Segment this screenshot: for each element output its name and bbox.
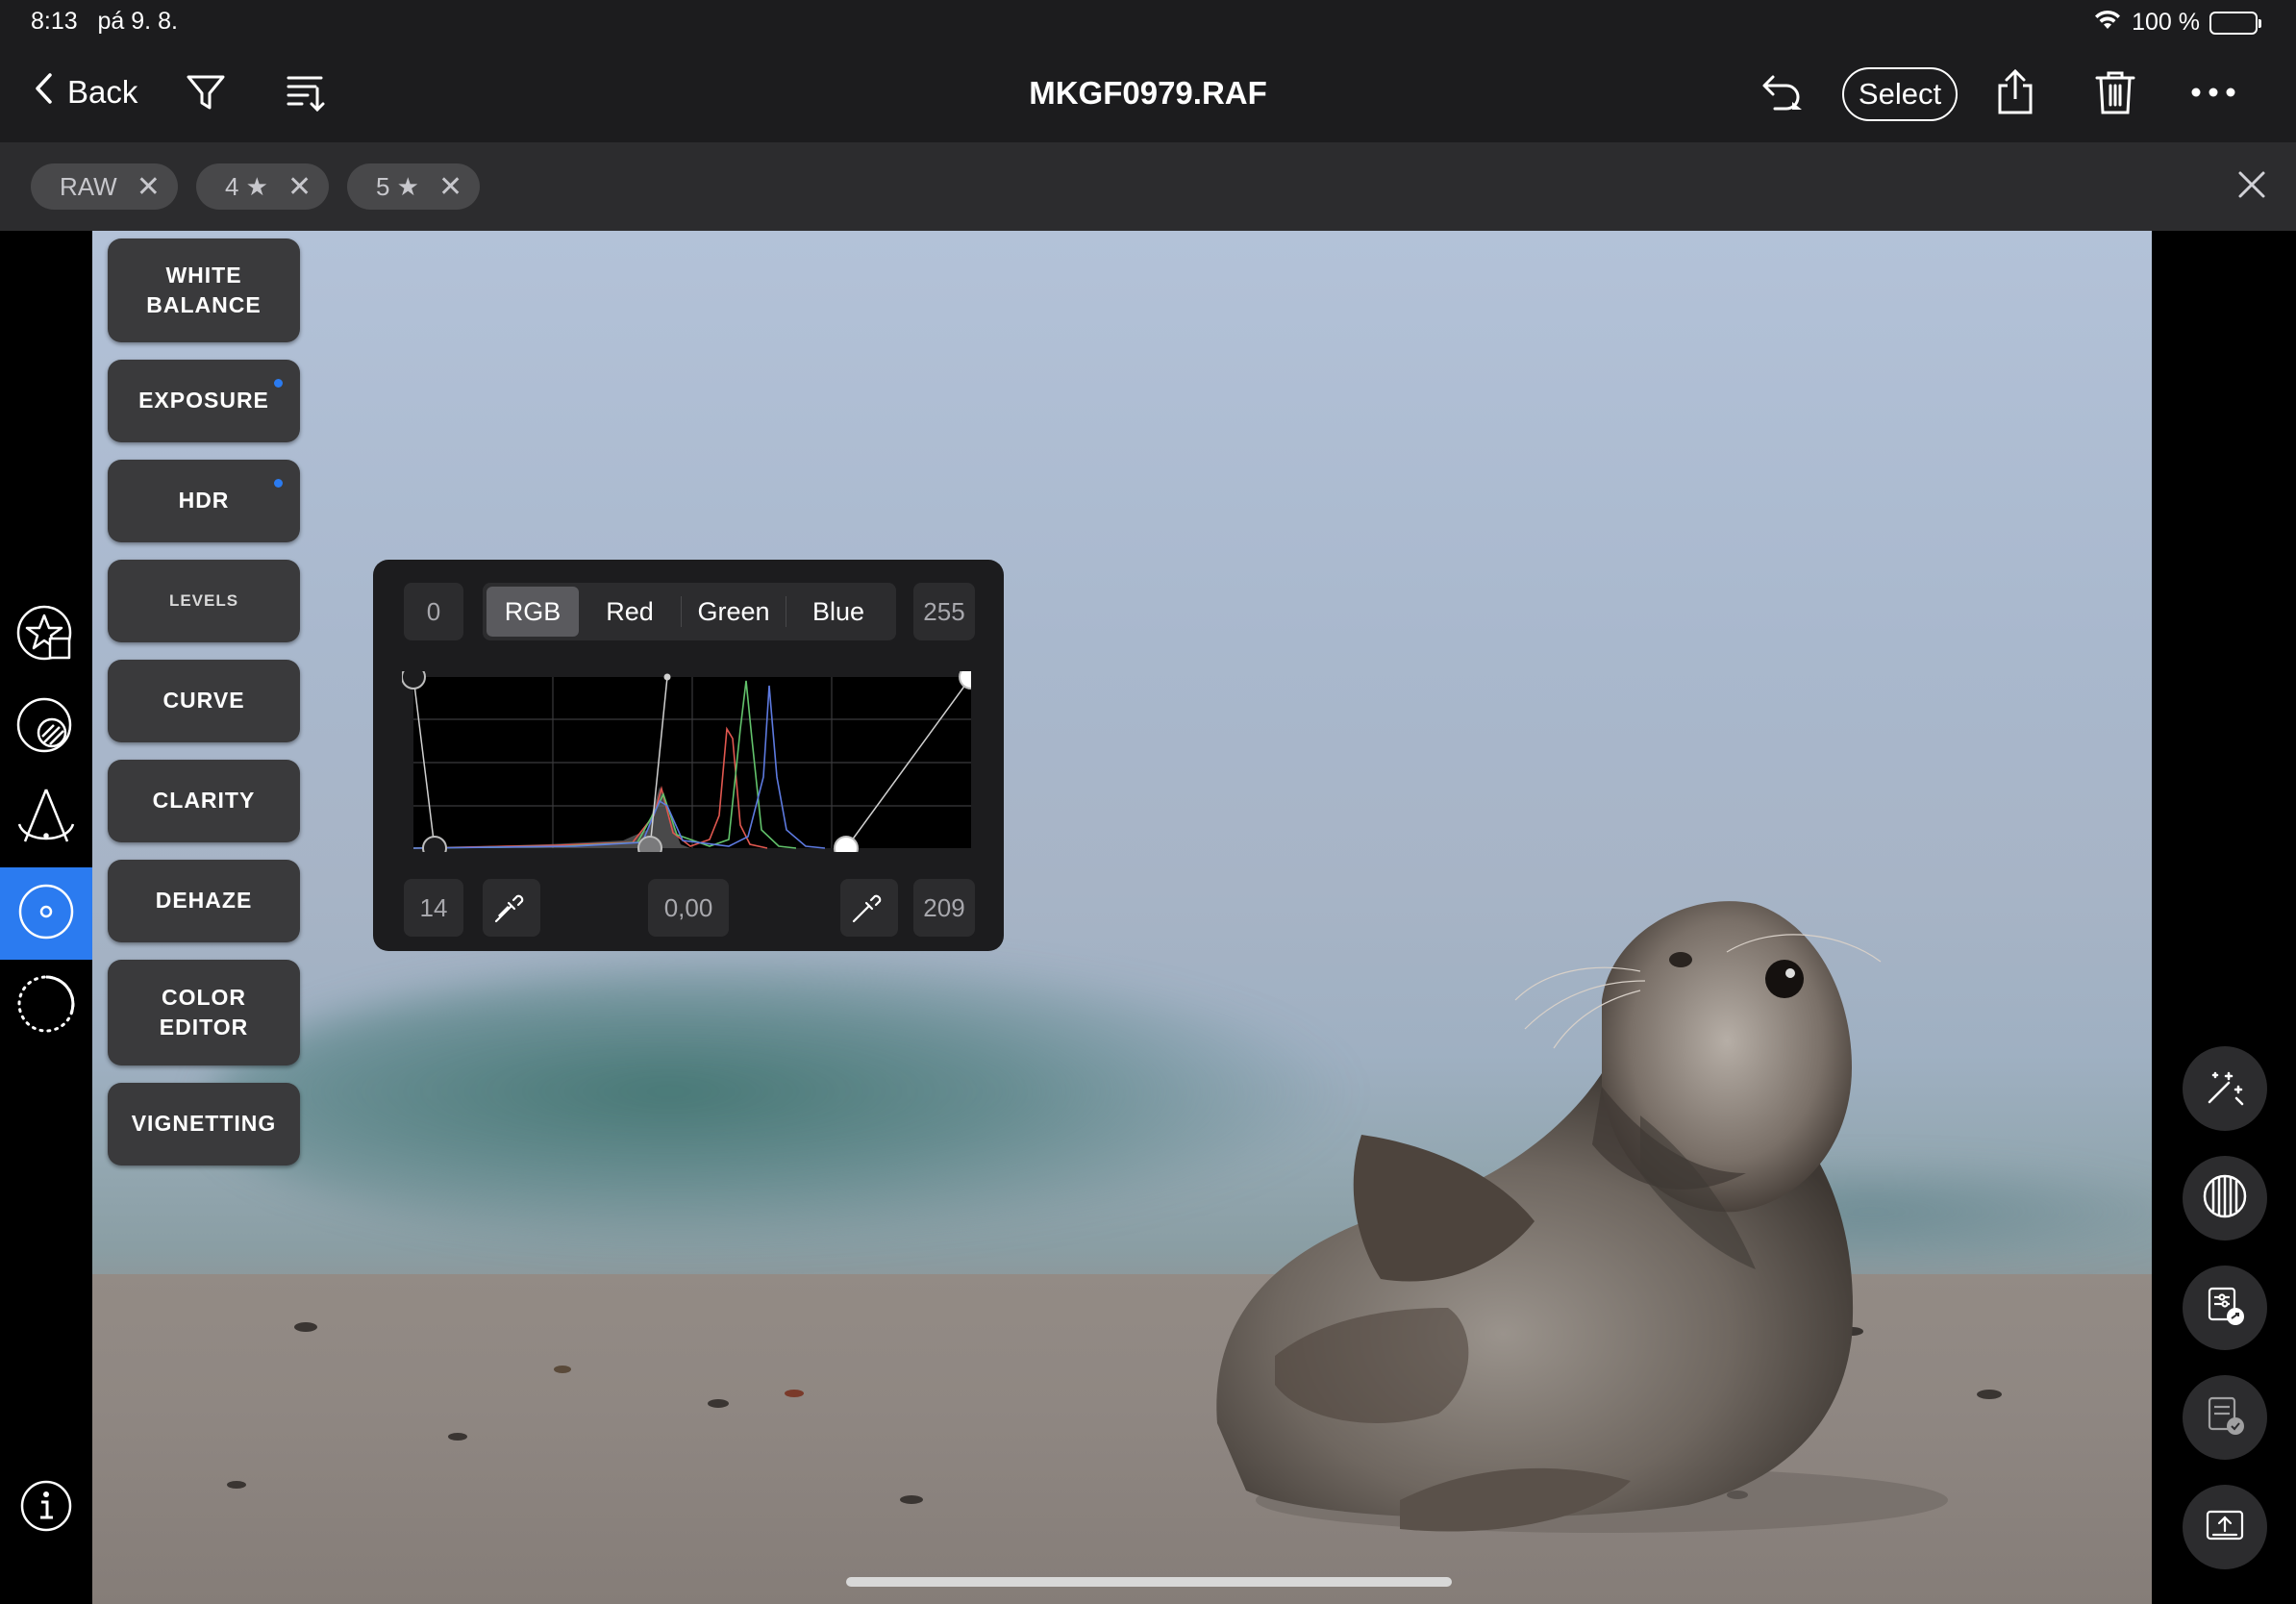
chevron-left-icon xyxy=(33,71,54,113)
back-button[interactable]: Back xyxy=(33,71,137,113)
chip-label: RAW xyxy=(60,171,117,201)
share-icon xyxy=(1994,68,2036,121)
modified-indicator xyxy=(274,379,283,388)
home-indicator[interactable] xyxy=(846,1577,1452,1587)
chip-label: 4 ★ xyxy=(225,171,268,201)
vignetting-label: VIGNETTING xyxy=(131,1111,277,1137)
top-navigation-bar: Back MKGF0979.RAF Select xyxy=(0,46,2296,142)
status-time: 8:13 pá 9. 8. xyxy=(31,8,178,36)
filter-chip-4-stars[interactable]: 4 ★ ✕ xyxy=(196,163,330,210)
rating-tool-button[interactable] xyxy=(0,590,92,683)
filter-funnel-icon xyxy=(185,71,227,118)
output-white-field[interactable]: 209 xyxy=(913,879,975,937)
mask-circle-icon xyxy=(15,696,77,763)
select-button[interactable]: Select xyxy=(1842,67,1958,121)
chip-label: 5 ★ xyxy=(376,171,419,201)
exposure-button[interactable]: EXPOSURE xyxy=(108,360,300,442)
levels-tool-button[interactable] xyxy=(0,867,92,960)
levels-tool-icon xyxy=(17,883,75,945)
left-tool-rail xyxy=(0,231,92,1604)
date-text: pá 9. 8. xyxy=(97,8,178,35)
levels-button[interactable]: LEVELS xyxy=(108,560,300,642)
wifi-icon xyxy=(2093,8,2122,38)
close-icon[interactable]: ✕ xyxy=(438,170,462,204)
active-filters-bar: RAW ✕ 4 ★ ✕ 5 ★ ✕ xyxy=(0,142,2296,231)
filter-button[interactable] xyxy=(179,67,233,121)
battery-percent: 100 % xyxy=(2132,9,2200,36)
status-bar: 8:13 pá 9. 8. 100 % xyxy=(0,0,2296,46)
levels-panel: 0 RGB Red Green Blue 255 14 0,00 209 xyxy=(373,560,1004,951)
clarity-button[interactable]: CLARITY xyxy=(108,760,300,842)
lens-filter-icon xyxy=(2202,1173,2248,1224)
vignetting-button[interactable]: VIGNETTING xyxy=(108,1083,300,1165)
clarity-label: CLARITY xyxy=(152,788,256,814)
gamma-field[interactable]: 0,00 xyxy=(648,879,729,937)
trash-icon xyxy=(2094,68,2136,121)
back-label: Back xyxy=(67,74,138,110)
undo-icon xyxy=(1759,71,1806,118)
sort-button[interactable] xyxy=(279,67,333,121)
white-point-picker-button[interactable] xyxy=(840,879,898,937)
perspective-icon xyxy=(15,786,77,858)
sort-icon xyxy=(285,71,327,118)
clear-filters-button[interactable] xyxy=(2233,167,2271,206)
time-text: 8:13 xyxy=(31,8,78,35)
perspective-tool-button[interactable] xyxy=(0,775,92,867)
output-black-field[interactable]: 14 xyxy=(404,879,463,937)
levels-histogram[interactable] xyxy=(402,671,971,852)
paste-adjustments-icon xyxy=(2204,1394,2246,1441)
progress-tool-button[interactable] xyxy=(0,960,92,1052)
copy-adjustments-icon xyxy=(2204,1285,2246,1332)
close-icon xyxy=(2237,170,2266,204)
eyedropper-icon xyxy=(850,887,888,930)
eyedropper-icon xyxy=(492,887,531,930)
more-button[interactable] xyxy=(2186,67,2240,121)
right-tool-rail xyxy=(2152,231,2296,1604)
mask-tool-button[interactable] xyxy=(0,683,92,775)
share-button[interactable] xyxy=(1988,67,2042,121)
channel-tab-red[interactable]: Red xyxy=(579,587,681,637)
curve-button[interactable]: CURVE xyxy=(108,660,300,742)
seal-subject xyxy=(1216,901,1948,1533)
levels-label: LEVELS xyxy=(168,590,239,610)
close-icon[interactable]: ✕ xyxy=(137,170,161,204)
dehaze-label: DEHAZE xyxy=(155,888,253,914)
dehaze-button[interactable]: DEHAZE xyxy=(108,860,300,942)
copy-adjustments-button[interactable] xyxy=(2183,1266,2267,1350)
color-editor-button[interactable]: COLOR EDITOR xyxy=(108,960,300,1065)
modified-indicator xyxy=(274,479,283,488)
export-button[interactable] xyxy=(2183,1485,2267,1569)
filter-chip-5-stars[interactable]: 5 ★ ✕ xyxy=(347,163,481,210)
curve-label: CURVE xyxy=(162,688,245,714)
white-balance-label: WHITE BALANCE xyxy=(146,262,262,317)
channel-selector: RGB Red Green Blue xyxy=(483,583,896,640)
channel-tab-green[interactable]: Green xyxy=(682,587,786,637)
paste-adjustments-button[interactable] xyxy=(2183,1375,2267,1460)
black-point-picker-button[interactable] xyxy=(483,879,540,937)
status-indicators: 100 % xyxy=(2093,8,2261,38)
info-button[interactable] xyxy=(0,1462,92,1554)
input-black-field[interactable]: 0 xyxy=(404,583,463,640)
lens-filter-button[interactable] xyxy=(2183,1156,2267,1241)
filter-chip-raw[interactable]: RAW ✕ xyxy=(31,163,178,210)
color-editor-label: COLOR EDITOR xyxy=(159,984,249,1040)
input-white-field[interactable]: 255 xyxy=(913,583,975,640)
star-square-icon xyxy=(15,604,77,670)
channel-tab-blue[interactable]: Blue xyxy=(786,587,890,637)
delete-button[interactable] xyxy=(2088,67,2142,121)
dotted-circle-icon xyxy=(15,973,77,1040)
magic-wand-icon xyxy=(2204,1065,2246,1113)
auto-enhance-button[interactable] xyxy=(2183,1046,2267,1131)
undo-button[interactable] xyxy=(1756,67,1809,121)
battery-icon xyxy=(2209,11,2261,35)
hdr-button[interactable]: HDR xyxy=(108,460,300,542)
info-icon xyxy=(19,1479,73,1538)
close-icon[interactable]: ✕ xyxy=(287,170,312,204)
hdr-label: HDR xyxy=(178,488,230,514)
exposure-label: EXPOSURE xyxy=(138,388,269,414)
export-icon xyxy=(2204,1504,2246,1551)
more-dots-icon xyxy=(2190,86,2236,103)
white-balance-button[interactable]: WHITE BALANCE xyxy=(108,238,300,342)
channel-tab-rgb[interactable]: RGB xyxy=(487,587,579,637)
